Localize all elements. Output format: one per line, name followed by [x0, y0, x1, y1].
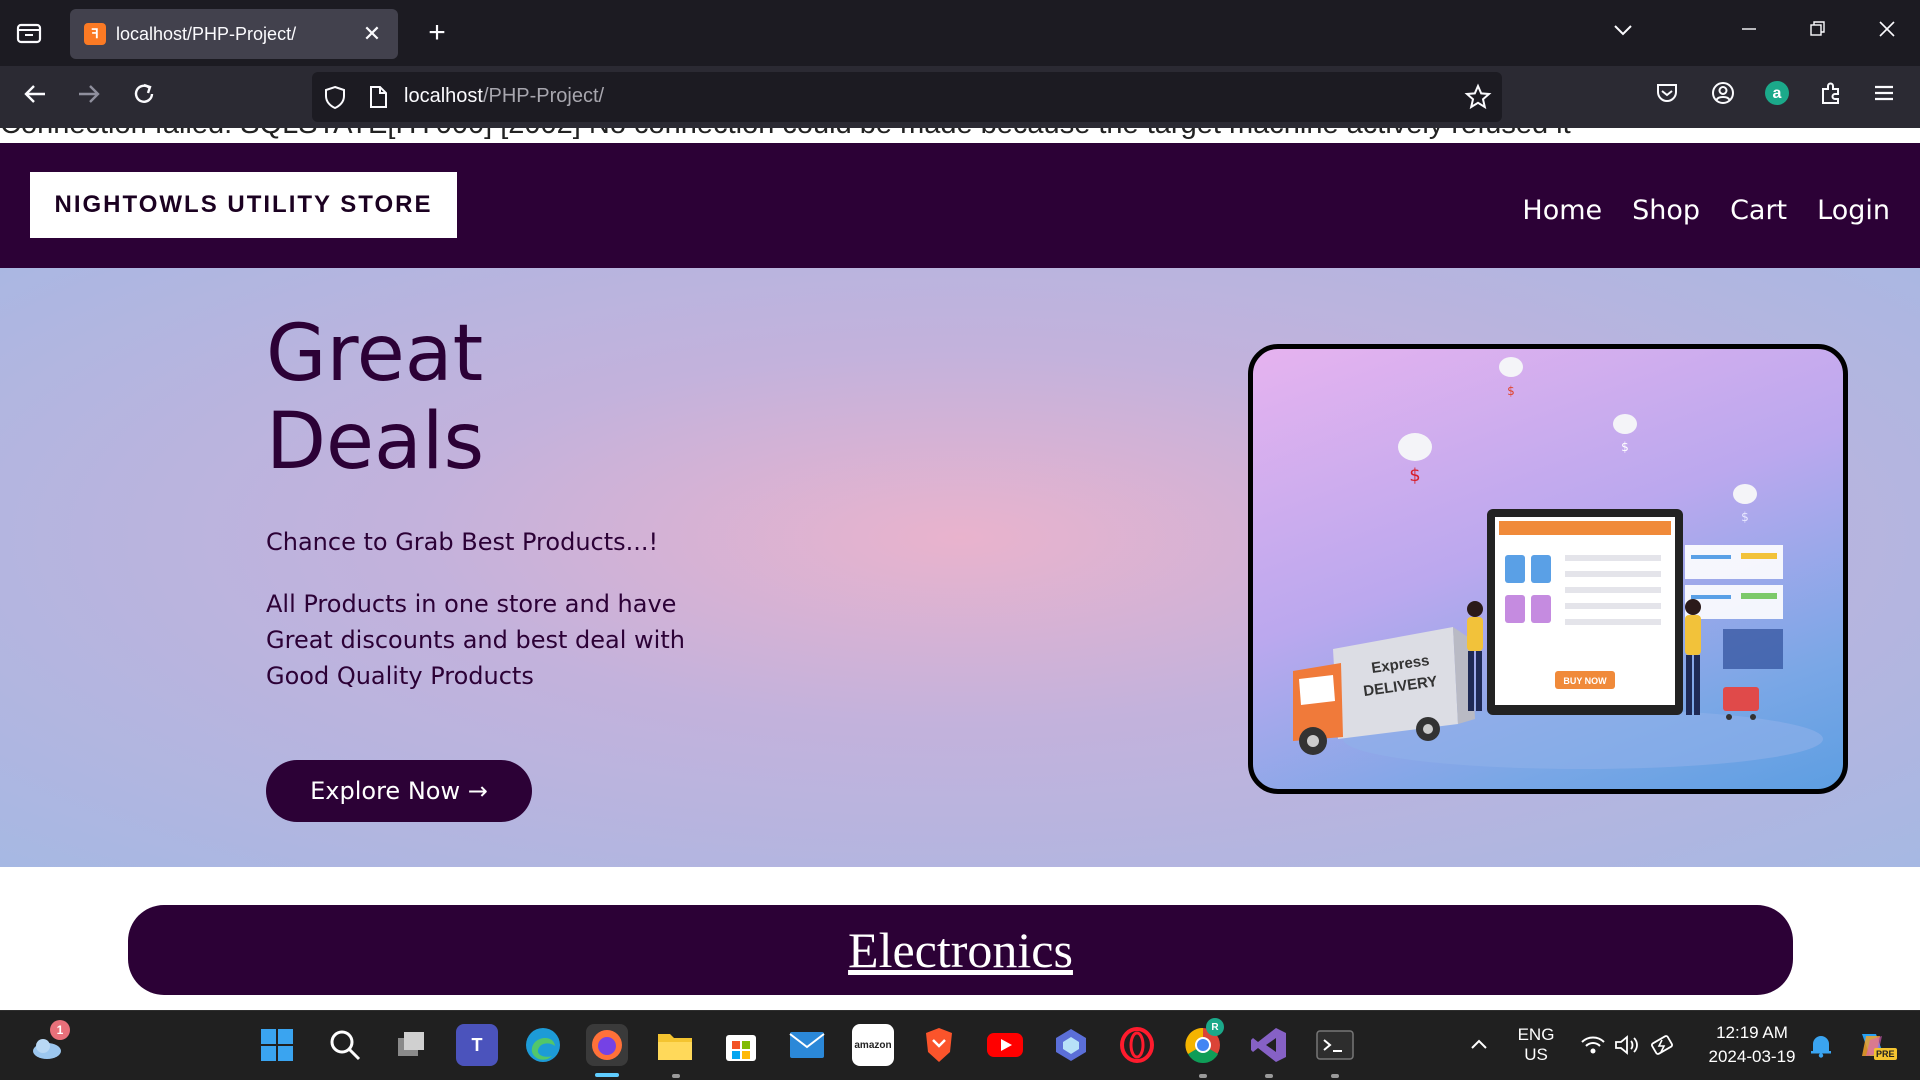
- pocket-icon[interactable]: [1650, 80, 1684, 114]
- cloud-icon: $: [1733, 484, 1757, 524]
- browser-tab-bar: ꟻ localhost/PHP-Project/ ✕ +: [0, 0, 1920, 66]
- explore-now-button[interactable]: Explore Now →: [266, 760, 532, 822]
- firefox-active-indicator: [595, 1073, 619, 1077]
- copilot-app-icon[interactable]: [1050, 1024, 1092, 1066]
- shopping-cart-icon: [1723, 687, 1759, 720]
- weather-widget-icon[interactable]: 1: [26, 1020, 70, 1066]
- category-header: Electronics: [128, 905, 1793, 995]
- windows-start-icon[interactable]: [256, 1024, 298, 1066]
- account-icon[interactable]: [1706, 80, 1740, 114]
- store-logo-text: NIGHTOWLS UTILITY STORE: [54, 191, 433, 218]
- language-indicator[interactable]: ENG US: [1506, 1025, 1566, 1065]
- woman-figure: [1467, 601, 1483, 711]
- hero-title: Great Deals: [266, 309, 485, 487]
- reload-icon[interactable]: [127, 80, 161, 114]
- nav-cart-link[interactable]: Cart: [1730, 195, 1787, 226]
- forward-arrow-icon[interactable]: [72, 80, 106, 114]
- explorer-running-indicator: [672, 1074, 680, 1078]
- store-logo[interactable]: NIGHTOWLS UTILITY STORE: [30, 172, 457, 238]
- tab-list-icon[interactable]: [14, 18, 44, 48]
- restore-window-icon[interactable]: [1802, 18, 1832, 48]
- extension-a-icon[interactable]: a: [1760, 80, 1794, 114]
- nav-home-link[interactable]: Home: [1522, 195, 1602, 226]
- site-nav: Home Shop Cart Login: [1522, 195, 1890, 226]
- web-page: Connection failed: SQLSTATE[HY000] [2002…: [0, 128, 1920, 1010]
- buy-now-label: BUY NOW: [1563, 676, 1607, 686]
- hero-description: All Products in one store and have Great…: [266, 590, 685, 690]
- svg-text:$: $: [1409, 465, 1420, 486]
- browser-tab-active[interactable]: ꟻ localhost/PHP-Project/ ✕: [70, 9, 398, 59]
- close-window-icon[interactable]: [1872, 18, 1902, 48]
- edge-icon[interactable]: [522, 1024, 564, 1066]
- microsoft-store-icon[interactable]: [720, 1024, 762, 1066]
- clock-time: 12:19 AM: [1716, 1023, 1788, 1042]
- tab-title: localhost/PHP-Project/: [116, 23, 297, 44]
- hero-section: Great Deals Chance to Grab Best Products…: [0, 268, 1920, 867]
- shield-icon[interactable]: [322, 84, 348, 114]
- db-error-message: Connection failed: SQLSTATE[HY000] [2002…: [0, 128, 1571, 141]
- mail-icon[interactable]: [786, 1024, 828, 1066]
- tray-overflow-chevron-icon[interactable]: [1458, 1024, 1500, 1066]
- visual-studio-icon[interactable]: [1248, 1024, 1290, 1066]
- clock-date: 2024-03-19: [1708, 1047, 1796, 1066]
- url-text[interactable]: localhost/PHP-Project/: [404, 85, 604, 108]
- minimize-window-icon[interactable]: [1734, 18, 1764, 48]
- search-icon[interactable]: [324, 1024, 366, 1066]
- weather-badge: 1: [50, 1020, 70, 1040]
- cloud-icon: $: [1398, 433, 1432, 486]
- svg-text:a: a: [1773, 85, 1782, 102]
- man-figure: [1685, 599, 1701, 715]
- hero-illustration: $ $ $ $ Express DELIVERY BUY NOW: [1248, 344, 1848, 794]
- extensions-puzzle-icon[interactable]: [1814, 80, 1848, 114]
- brave-icon[interactable]: [918, 1024, 960, 1066]
- xampp-favicon-icon: ꟻ: [84, 23, 106, 45]
- chrome-running-indicator: [1199, 1074, 1207, 1078]
- svg-text:$: $: [1741, 510, 1749, 524]
- url-path: /PHP-Project/: [482, 85, 605, 107]
- page-icon[interactable]: [366, 84, 390, 114]
- browser-nav-bar: localhost/PHP-Project/ a: [0, 66, 1920, 128]
- firefox-icon[interactable]: [586, 1024, 628, 1066]
- teams-icon[interactable]: T: [456, 1024, 498, 1066]
- tab-close-button[interactable]: ✕: [360, 22, 384, 47]
- hero-subtitle: Chance to Grab Best Products...!: [266, 528, 659, 556]
- bookmark-star-icon[interactable]: [1464, 83, 1492, 115]
- terminal-icon[interactable]: [1314, 1024, 1356, 1066]
- chrome-profile-badge: R: [1206, 1018, 1224, 1036]
- language-region: US: [1524, 1045, 1548, 1064]
- url-host: localhost: [404, 85, 483, 107]
- vs-running-indicator: [1265, 1074, 1273, 1078]
- copilot-preview-icon[interactable]: PRE: [1852, 1024, 1897, 1066]
- amazon-icon[interactable]: amazon: [852, 1024, 894, 1066]
- shop-screen: BUY NOW: [1487, 509, 1683, 715]
- language-code: ENG: [1517, 1025, 1555, 1044]
- new-tab-button[interactable]: +: [420, 16, 454, 50]
- terminal-running-indicator: [1331, 1074, 1339, 1078]
- back-arrow-icon[interactable]: [18, 80, 52, 114]
- hamburger-menu-icon[interactable]: [1867, 80, 1901, 114]
- opera-icon[interactable]: [1116, 1024, 1158, 1066]
- nav-shop-link[interactable]: Shop: [1632, 195, 1700, 226]
- cloud-icon: $: [1499, 357, 1523, 398]
- nav-login-link[interactable]: Login: [1817, 195, 1890, 226]
- notification-bell-icon[interactable]: [1800, 1024, 1842, 1066]
- address-bar[interactable]: localhost/PHP-Project/: [312, 72, 1502, 122]
- windows-taskbar: 1 T amazon R ENG US 12:19 AM 2024-03-19 …: [0, 1010, 1920, 1080]
- chrome-icon[interactable]: R: [1182, 1018, 1224, 1066]
- category-title-electronics[interactable]: Electronics: [848, 921, 1073, 979]
- delivery-illustration: $ $ $ $ Express DELIVERY BUY NOW: [1293, 357, 1823, 769]
- preview-badge: PRE: [1874, 1048, 1897, 1060]
- task-view-icon[interactable]: [390, 1024, 432, 1066]
- file-explorer-icon[interactable]: [654, 1024, 696, 1066]
- cloud-icon: $: [1613, 414, 1637, 454]
- youtube-icon[interactable]: [984, 1024, 1026, 1066]
- svg-text:$: $: [1621, 440, 1629, 454]
- site-header: NIGHTOWLS UTILITY STORE Home Shop Cart L…: [0, 143, 1920, 268]
- svg-text:$: $: [1507, 384, 1515, 398]
- battery-charging-icon[interactable]: [1642, 1024, 1684, 1066]
- tab-overflow-chevron-icon[interactable]: [1608, 18, 1638, 48]
- clock[interactable]: 12:19 AM 2024-03-19: [1694, 1023, 1810, 1067]
